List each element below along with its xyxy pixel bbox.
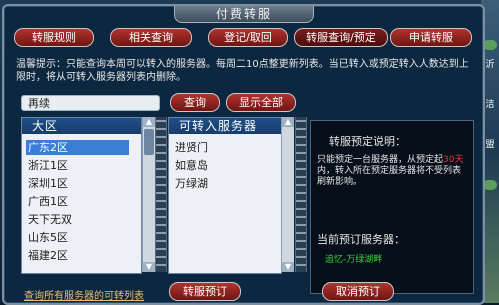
list-item[interactable]: 广西1区 [26,194,68,209]
border-ornament [155,117,167,272]
scroll-down-icon[interactable]: ▼ [143,262,155,272]
leaf-icon [483,180,497,190]
tab-register-retrieve[interactable]: 登记/取回 [208,28,288,47]
tab-apply-transfer[interactable]: 申请转服 [390,28,472,47]
transfer-server-dialog: 付费转服 转服规则 相关查询 登记/取回 转服查询/预定 申请转服 温馨提示：只… [2,4,485,305]
scroll-up-icon[interactable]: ▲ [143,117,155,127]
list-item[interactable]: 天下无双 [26,212,72,227]
server-list-scrollbar[interactable]: ▲ ▼ [281,117,294,272]
list-item[interactable]: 如意岛 [173,158,208,173]
scroll-down-icon[interactable]: ▼ [282,262,294,272]
region-list-scrollbar[interactable]: ▲ ▼ [142,117,155,272]
list-item[interactable]: 深圳1区 [26,176,68,191]
list-item[interactable]: 福建2区 [26,248,68,263]
scroll-thumb[interactable] [144,129,154,155]
leaf-icon [483,40,497,50]
region-list: 大区 广东2区 浙江1区 深圳1区 广西1区 天下无双 山东5区 福建2区 [21,117,142,274]
tab-transfer-query-reserve[interactable]: 转服查询/预定 [294,28,388,47]
all-servers-link[interactable]: 查询所有服务器的可转列表 [24,287,144,302]
scroll-up-icon[interactable]: ▲ [282,117,294,127]
list-item[interactable]: 进贤门 [173,140,208,155]
info-text-after: 内，转入所在预定服务器将不受列表刷新影响。 [317,166,462,187]
list-item[interactable]: 万绿湖 [173,176,208,191]
search-input[interactable]: 再续 [21,95,160,111]
current-server-label: 当前预订服务器： [317,233,405,246]
query-button[interactable]: 查询 [170,93,220,112]
tab-related-query[interactable]: 相关查询 [110,28,192,47]
reserve-transfer-button[interactable]: 转服预订 [169,282,241,301]
list-item[interactable]: 广东2区 [26,140,129,155]
info-title: 转服预定说明： [329,135,406,148]
reservation-info-panel: 转服预定说明： 只能预定一台服务器，从预定起30天内，转入所在预定服务器将不受列… [310,120,474,294]
list-item[interactable]: 浙江1区 [26,158,68,173]
info-text-before: 只能预定一台服务器，从预定起 [317,155,444,165]
info-text: 只能预定一台服务器，从预定起30天内，转入所在预定服务器将不受列表刷新影响。 [317,155,467,188]
tab-transfer-rules[interactable]: 转服规则 [14,28,94,47]
notice-text: 温馨提示：只能查询本周可以转入的服务器。每周二10点整更新列表。当已转入或预定转… [16,59,469,83]
list-item[interactable]: 山东5区 [26,230,68,245]
cancel-reservation-button[interactable]: 取消预订 [322,282,394,301]
server-list: 可转入服务器 进贤门 如意岛 万绿湖 [168,117,282,274]
border-ornament [295,117,307,272]
region-list-header: 大区 [22,118,141,134]
dialog-title: 付费转服 [174,6,314,23]
show-all-button[interactable]: 显示全部 [226,93,296,112]
server-list-header: 可转入服务器 [169,118,281,134]
current-server-value: 追忆-万绿湖畔 [325,255,383,265]
info-text-days: 30天 [443,155,464,165]
